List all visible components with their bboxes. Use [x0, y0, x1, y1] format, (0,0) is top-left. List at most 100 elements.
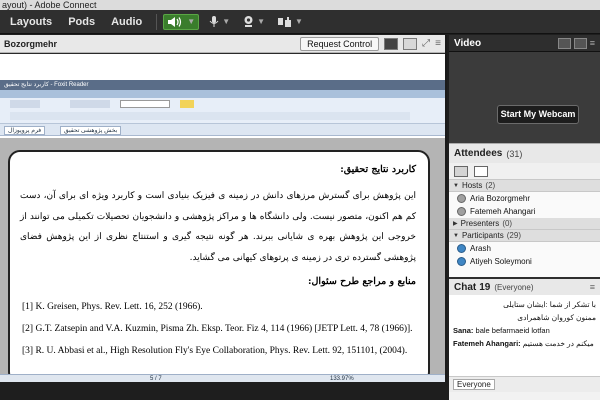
chat-recipient-select[interactable]: Everyone [453, 379, 495, 390]
chat-message: ممنون کوروان شاهمرادی [453, 311, 596, 324]
attendee-row[interactable]: Fatemeh Ahangari [449, 205, 600, 218]
chevron-down-icon[interactable]: ▼ [222, 17, 230, 26]
presenter-name: Bozorgmehr [4, 38, 58, 49]
reference-item: [2] G.T. Zatsepin and V.A. Kuzmin, Pisma… [22, 324, 413, 334]
menu-pods[interactable]: Pods [60, 16, 103, 28]
group-count: (0) [502, 219, 513, 228]
group-hosts[interactable]: ▼ Hosts (2) [449, 180, 600, 192]
window-title: ayout) - Adobe Connect [2, 0, 97, 10]
chevron-down-icon[interactable]: ▼ [295, 17, 303, 26]
attendee-list-spacer [449, 268, 600, 277]
collapse-icon: ▶ [453, 221, 458, 227]
chat-scope: (Everyone) [494, 282, 534, 292]
group-name: Participants [461, 231, 504, 240]
toolbar-divider [156, 13, 158, 30]
bottom-strip [0, 382, 447, 400]
chat-text: خواهش میکنم در خدمت هستیم [522, 339, 596, 348]
reference-item: [3] R. U. Abbasi et al., High Resolution… [22, 346, 408, 356]
attendee-name: Fatemeh Ahangari [470, 207, 536, 216]
attendees-count: (31) [506, 148, 523, 159]
microphone-button[interactable]: ▼ [205, 14, 233, 30]
reader-search-box[interactable] [120, 100, 170, 108]
raise-hand-button[interactable]: ▼ [274, 14, 306, 30]
menu-audio[interactable]: Audio [103, 16, 150, 28]
participant-user-icon [457, 257, 466, 266]
reader-window-title: کاربرد نتایج تحقیق - Foxit Reader [4, 82, 89, 88]
attendees-title: Attendees [454, 148, 503, 159]
reader-tool-icon[interactable] [180, 100, 194, 108]
chevron-down-icon[interactable]: ▼ [257, 17, 265, 26]
reader-tabs: فرم پروپوزال بخش پژوهشی تحقیق [0, 124, 445, 136]
pod-menu-icon[interactable]: ≡ [435, 38, 441, 49]
section-heading: کاربرد نتایج تحقیق: [340, 164, 416, 175]
chat-text: bale befarmaeid lotfan [473, 326, 550, 335]
attendee-name: Aria Bozorgmehr [470, 194, 531, 203]
menu-layouts[interactable]: Layouts [0, 16, 60, 28]
chat-title: Chat [454, 281, 477, 293]
chat-sender: Sana: [453, 326, 474, 335]
host-user-icon [457, 207, 466, 216]
reference-item: [1] K. Greisen, Phys. Rev. Lett. 16, 252… [22, 302, 203, 312]
list-view-icon[interactable] [454, 165, 468, 177]
reader-links-bar [10, 112, 410, 120]
participant-user-icon [457, 244, 466, 253]
video-pod-header: Video ≡ [449, 35, 600, 52]
status-view-icon[interactable] [474, 165, 488, 177]
video-area: Start My Webcam [449, 52, 600, 143]
attendees-pod-header: Attendees (31) [449, 143, 600, 163]
fullscreen-icon[interactable] [403, 37, 418, 50]
attendees-toolbar [449, 163, 600, 180]
pod-options-icon[interactable]: ⤢ [422, 38, 430, 49]
start-webcam-button[interactable]: Start My Webcam [497, 105, 579, 124]
host-user-icon [457, 194, 466, 203]
attendee-row[interactable]: Atiyeh Soleymoni [449, 255, 600, 268]
attendee-name: Atiyeh Soleymoni [470, 257, 532, 266]
chat-footer: Everyone [449, 377, 600, 392]
reader-toolbar [0, 98, 445, 124]
expand-icon: ▼ [453, 182, 459, 189]
chat-message: Fatemeh Ahangari: خواهش میکنم در خدمت هس… [453, 337, 596, 350]
shared-screen: کاربرد نتایج تحقیق - Foxit Reader فرم پر… [0, 54, 445, 384]
expand-icon: ▼ [453, 232, 459, 239]
reader-tab[interactable]: فرم پروپوزال [4, 126, 46, 135]
reader-menu-strip [0, 90, 445, 98]
fit-width-icon[interactable] [384, 37, 399, 50]
group-participants[interactable]: ▼ Participants (29) [449, 230, 600, 242]
request-control-button[interactable]: Request Control [300, 36, 380, 51]
chat-message: Sana: bale befarmaeid lotfan [453, 324, 596, 337]
chat-message: با تشکر از شما :ایشان ستایلی [453, 298, 596, 311]
attendee-row[interactable]: Aria Bozorgmehr [449, 192, 600, 205]
group-count: (29) [506, 231, 521, 240]
group-name: Hosts [461, 181, 483, 190]
reader-tool[interactable] [70, 100, 110, 108]
raise-hand-icon [278, 17, 292, 27]
chevron-down-icon[interactable]: ▼ [187, 17, 195, 26]
pod-menu-icon[interactable]: ≡ [590, 38, 595, 49]
chat-messages: با تشکر از شما :ایشان ستایلی ممنون کوروا… [449, 295, 600, 377]
video-pod-title: Video [454, 37, 482, 49]
reader-status-bar: 5 / 7 133.97% [0, 374, 445, 382]
chat-unread-count: 19 [479, 281, 491, 293]
group-presenters[interactable]: ▶ Presenters (0) [449, 218, 600, 230]
share-pod: Bozorgmehr Request Control ⤢ ≡ کاربرد نت… [0, 35, 447, 384]
share-pod-header: Bozorgmehr Request Control ⤢ ≡ [0, 35, 445, 53]
references-heading: منابع و مراجع طرح سئوال: [308, 276, 416, 287]
group-count: (2) [485, 181, 496, 190]
attendee-row[interactable]: Arash [449, 242, 600, 255]
chat-text: با تشکر از شما :ایشان ستایلی [503, 300, 596, 309]
attendee-name: Arash [470, 244, 491, 253]
reader-tab[interactable]: بخش پژوهشی تحقیق [60, 126, 122, 135]
document-page: کاربرد نتایج تحقیق: این پژوهش برای گسترش… [8, 150, 430, 384]
document-area: کاربرد نتایج تحقیق: این پژوهش برای گسترش… [0, 138, 445, 384]
webcam-button[interactable]: ▼ [239, 14, 268, 30]
grid-view-icon[interactable] [557, 37, 571, 49]
menu-bar: Layouts Pods Audio ▼ ▼ ▼ ▼ [0, 10, 600, 34]
speaker-button[interactable]: ▼ [163, 13, 200, 30]
reader-tool[interactable] [10, 100, 40, 108]
right-column: Video ≡ Start My Webcam Attendees (31) ▼… [449, 35, 600, 400]
filmstrip-view-icon[interactable] [573, 37, 587, 49]
pod-menu-icon[interactable]: ≡ [590, 282, 595, 292]
webcam-icon [244, 16, 253, 27]
body-paragraph: این پژوهش برای گسترش مرزهای دانش در زمین… [20, 191, 416, 263]
microphone-icon [209, 16, 219, 27]
